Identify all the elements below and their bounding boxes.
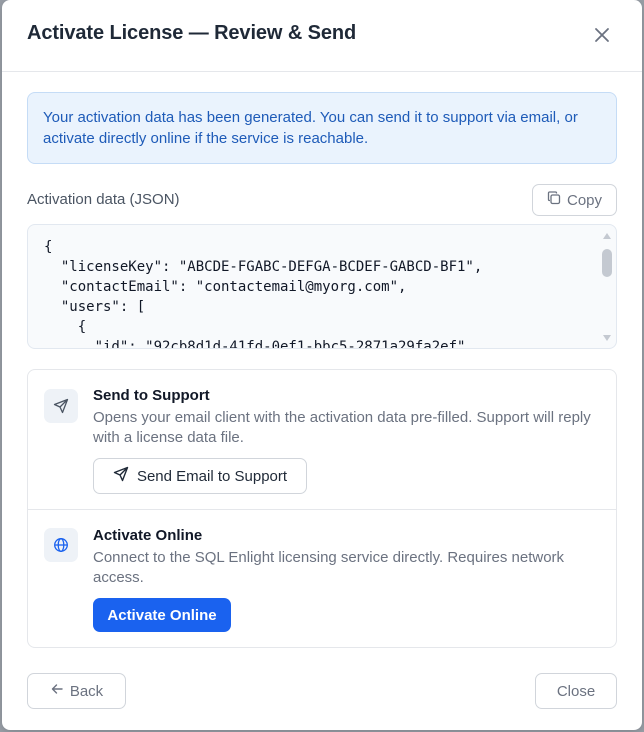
copy-button-label: Copy [566,191,603,209]
json-scrollbar[interactable] [602,231,612,343]
arrow-left-icon [50,682,64,700]
scroll-thumb[interactable] [602,249,612,277]
activation-options: Send to Support Opens your email client … [27,369,617,648]
support-option-description: Opens your email client with the activat… [93,409,591,446]
send-email-button-label: Send Email to Support [136,467,288,485]
support-option-title: Send to Support [93,387,210,404]
scroll-up-arrow-icon[interactable] [603,233,611,239]
activation-json-box[interactable]: { "licenseKey": "ABCDE-FGABC-DEFGA-BCDEF… [27,224,617,349]
copy-button[interactable]: Copy [532,184,617,216]
activate-license-dialog: Activate License — Review & Send Your ac… [2,0,642,730]
dialog-title: Activate License — Review & Send [27,22,357,44]
close-icon[interactable] [592,25,612,45]
activation-json-content: { "licenseKey": "ABCDE-FGABC-DEFGA-BCDEF… [44,239,483,349]
dialog-header: Activate License — Review & Send [2,0,642,72]
copy-icon [547,191,561,209]
send-icon [44,389,78,423]
activation-data-label: Activation data (JSON) [27,191,180,208]
online-option-description: Connect to the SQL Enlight licensing ser… [93,549,565,586]
online-option-title: Activate Online [93,527,203,544]
info-banner: Your activation data has been generated.… [27,92,617,164]
option-send-to-support: Send to Support Opens your email client … [28,370,616,510]
scroll-down-arrow-icon[interactable] [603,335,611,341]
back-button-label: Back [69,682,104,700]
globe-icon [44,528,78,562]
back-button[interactable]: Back [27,673,126,709]
close-button[interactable]: Close [535,673,617,709]
send-email-button[interactable]: Send Email to Support [93,458,307,494]
send-icon [113,466,129,486]
activate-online-button[interactable]: Activate Online [93,598,231,632]
option-activate-online: Activate Online Connect to the SQL Enlig… [28,510,616,648]
